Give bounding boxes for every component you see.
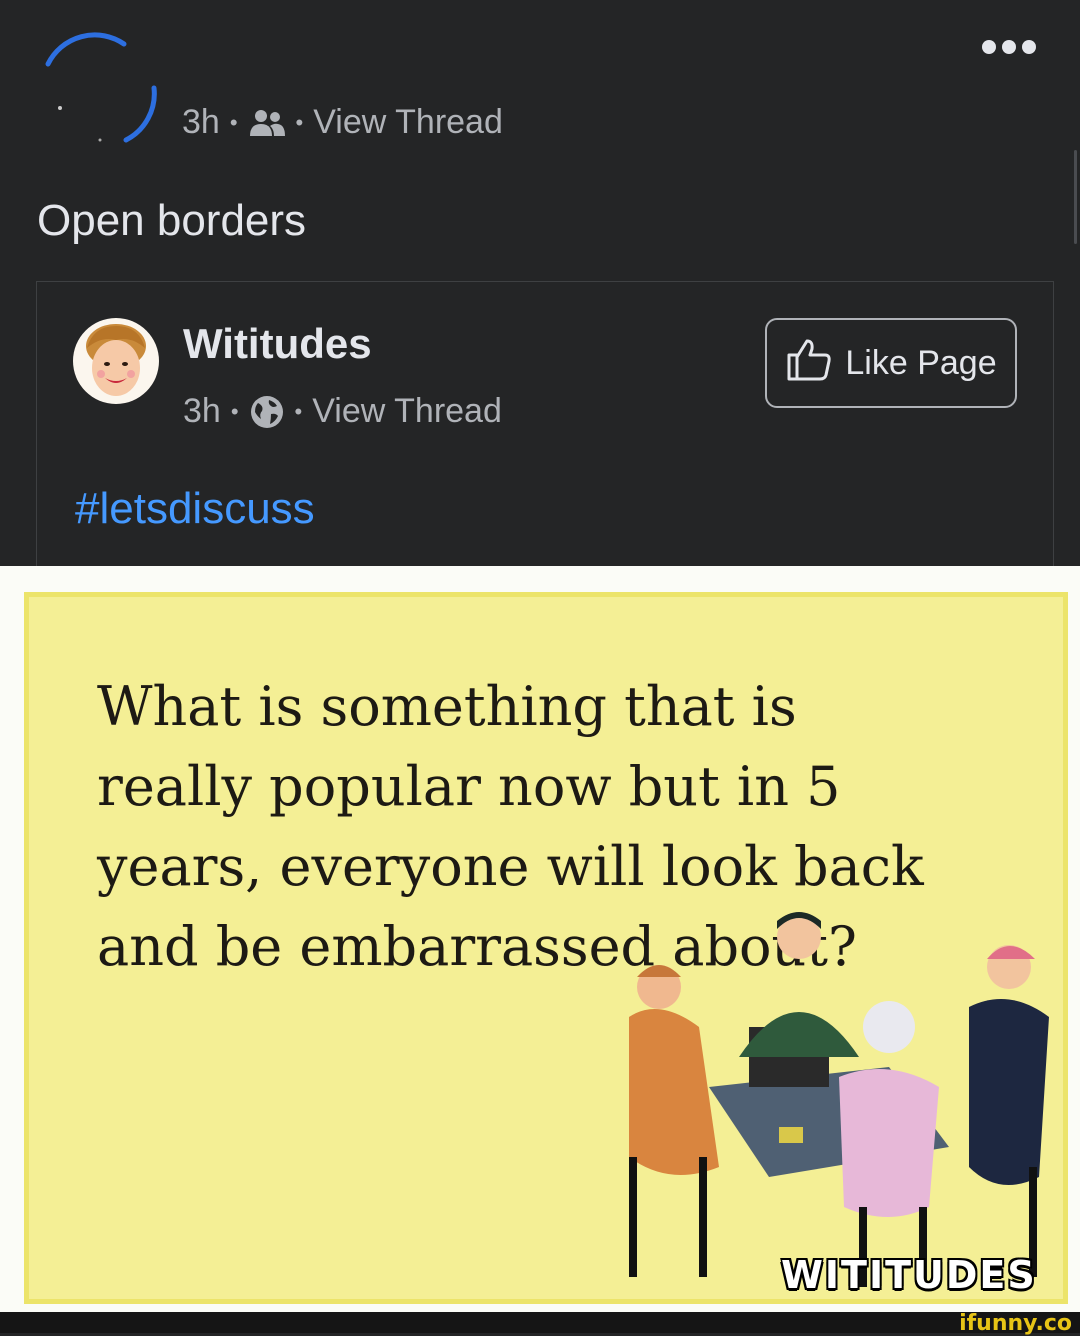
thumbs-up-icon bbox=[785, 335, 833, 392]
separator: • bbox=[295, 109, 304, 135]
post-card: 3h • • View Thread Open borders Wititude… bbox=[0, 0, 1080, 581]
view-thread-link[interactable]: View Thread bbox=[313, 103, 503, 142]
view-thread-link[interactable]: View Thread bbox=[312, 392, 502, 431]
post-time: 3h bbox=[182, 103, 220, 141]
friends-icon bbox=[248, 108, 286, 138]
shared-meta: 3h • • View Thread bbox=[183, 392, 502, 431]
shared-post: Wititudes 3h • • View Thread Like Page #… bbox=[36, 281, 1054, 581]
watermark: ifunny.co bbox=[959, 1311, 1072, 1336]
globe-icon bbox=[249, 394, 285, 430]
post-caption: Open borders bbox=[37, 196, 307, 245]
more-dot-icon bbox=[1002, 40, 1016, 54]
page-avatar[interactable] bbox=[73, 318, 159, 404]
profile-avatar[interactable] bbox=[40, 28, 158, 146]
hashtag-link[interactable]: #letsdiscuss bbox=[75, 484, 315, 534]
card-game-illustration bbox=[629, 912, 1049, 1287]
more-options-button[interactable] bbox=[982, 40, 1036, 54]
more-dot-icon bbox=[982, 40, 996, 54]
page-name[interactable]: Wititudes bbox=[183, 320, 372, 368]
bottom-bar bbox=[0, 1312, 1080, 1333]
separator: • bbox=[229, 109, 238, 135]
shared-time: 3h bbox=[183, 392, 221, 430]
brand-logo: WITITUDES bbox=[781, 1253, 1037, 1297]
separator: • bbox=[294, 398, 303, 424]
post-meta: 3h • • View Thread bbox=[182, 103, 503, 142]
scroll-indicator bbox=[1074, 150, 1077, 244]
separator: • bbox=[230, 398, 239, 424]
ecard: What is something that is really popular… bbox=[24, 592, 1068, 1304]
like-page-button[interactable]: Like Page bbox=[765, 318, 1017, 408]
shared-image[interactable]: What is something that is really popular… bbox=[0, 566, 1080, 1312]
like-page-label: Like Page bbox=[845, 343, 997, 382]
more-dot-icon bbox=[1022, 40, 1036, 54]
